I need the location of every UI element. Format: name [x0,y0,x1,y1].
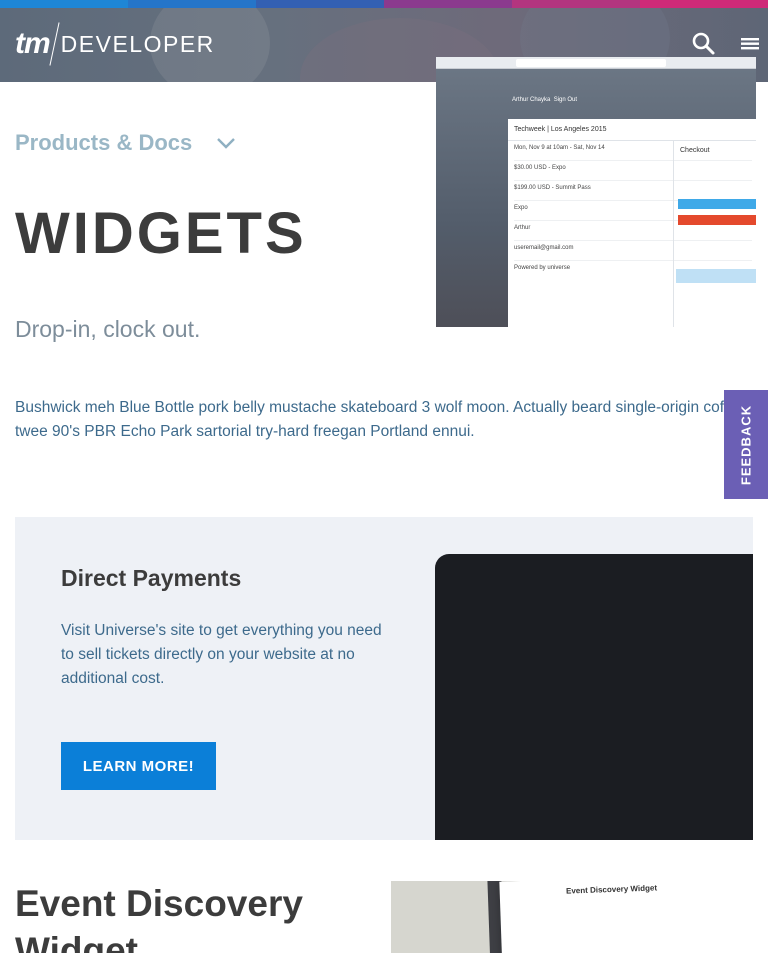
twitter-share-button [678,199,756,209]
event-discovery-title: Event Discovery Widget [15,883,303,953]
laptop-mockup [435,554,753,840]
feedback-label: FEEDBACK [738,404,754,485]
strip-segment [512,0,640,8]
strip-segment [0,0,128,8]
checkout-label: Checkout [680,147,710,154]
products-docs-dropdown[interactable]: Products & Docs [15,130,236,156]
event-discovery-image: Event Discovery Widget [391,881,752,953]
browser-bar [436,57,756,69]
browser-url [516,59,666,67]
mockup-user: Arthur Chayka Sign Out [512,97,632,111]
checkout-panel: Checkout [673,141,756,327]
card-description: Visit Universe's site to get everything … [61,622,382,687]
direct-payments-card: Direct Payments Visit Universe's site to… [15,517,753,840]
learn-more-button[interactable]: LEARN MORE! [61,742,216,790]
logo-divider [49,22,60,66]
search-icon[interactable] [690,30,718,58]
page-subtitle: Drop-in, clock out. [15,316,201,342]
mockup-user-name: Arthur Chayka [512,97,551,103]
mockup-event: Techweek | Los Angeles 2015 [514,126,607,133]
checkout-modal: Techweek | Los Angeles 2015 Mon, Nov 9 a… [508,119,756,327]
mockup-signout: Sign Out [553,97,578,103]
intro-line: Bushwick meh Blue Bottle pork belly must… [15,399,750,416]
strip-segment [640,0,768,8]
page-title: WIDGETS [15,201,307,266]
top-color-strip [0,0,768,8]
strip-segment [256,0,384,8]
strip-segment [384,0,512,8]
hamburger-menu-icon[interactable] [736,30,764,58]
intro-text: Bushwick meh Blue Bottle pork belly must… [15,396,768,444]
logo-developer-text: DEVELOPER [60,30,215,57]
confirm-booking-button [676,269,756,283]
modal-header: Techweek | Los Angeles 2015 [508,119,756,141]
chevron-down-icon [216,136,236,154]
card-title: Direct Payments [61,565,242,591]
google-share-button [678,215,756,225]
feedback-tab[interactable]: FEEDBACK [724,390,768,499]
intro-line: twee 90's PBR Echo Park sartorial try-ha… [15,423,475,440]
logo-tm: tm [15,27,51,60]
tm-developer-logo[interactable]: tm DEVELOPER [15,22,215,66]
strip-segment [128,0,256,8]
products-docs-label: Products & Docs [15,130,193,155]
checkout-screenshot: Arthur Chayka Sign Out Techweek | Los An… [436,57,756,327]
